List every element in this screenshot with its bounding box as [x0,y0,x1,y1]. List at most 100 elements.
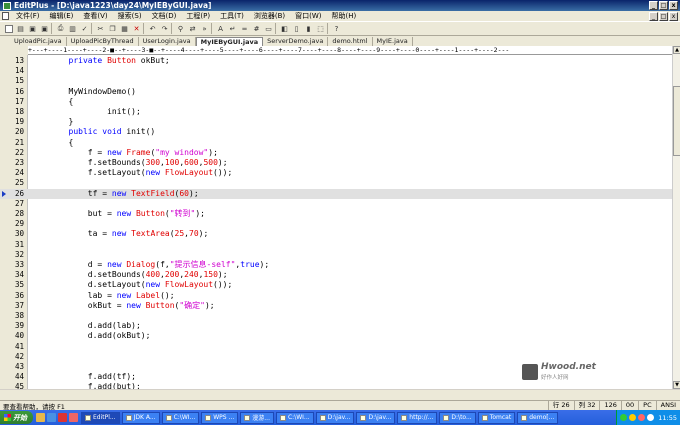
help-icon[interactable]: ? [331,23,342,34]
cut-icon[interactable]: ✂ [95,23,106,34]
taskbar-task-button[interactable]: C:\WI... [275,411,314,424]
menu-document[interactable]: 文档(D) [147,11,182,21]
print-preview-icon[interactable]: ▥ [67,23,78,34]
scroll-down-icon[interactable]: ▼ [673,381,680,389]
taskbar-task-button[interactable]: WPS ... [201,411,239,424]
code-line[interactable]: 17 { [0,97,672,107]
code-editor[interactable]: 13 private Button okBut; 14 15 16 MyWindowD… [0,55,672,389]
status-line-ending[interactable]: PC [638,401,655,410]
save-all-icon[interactable]: ▣ [39,23,50,34]
redo-icon[interactable]: ↷ [159,23,170,34]
quicklaunch-folder-icon[interactable] [36,413,45,422]
copy-icon[interactable]: ❐ [107,23,118,34]
taskbar-task-button[interactable]: http://... [397,411,438,424]
code-line[interactable]: 25 [0,178,672,188]
code-line[interactable]: 45 f.add(but); [0,382,672,389]
ruler-icon[interactable]: ═ [239,23,250,34]
code-line[interactable]: 19 } [0,117,672,127]
code-line[interactable]: 34 d.setBounds(400,200,240,150); [0,270,672,280]
menu-help[interactable]: 帮助(H) [327,11,362,21]
code-line[interactable]: 38 [0,311,672,321]
taskbar-task-button[interactable]: D:\jav... [315,411,355,424]
code-line[interactable]: 24 f.setLayout(new FlowLayout()); [0,168,672,178]
tab-demo-html[interactable]: demo.html [328,37,373,46]
code-line[interactable]: 20 public void init() [0,127,672,137]
doc-close-button[interactable]: x [669,12,678,21]
window-cascade-icon[interactable]: ▮ [303,23,314,34]
tray-network-icon[interactable] [620,414,628,421]
code-line[interactable]: 14 [0,66,672,76]
status-encoding[interactable]: ANSI [655,401,680,410]
code-line[interactable]: 16 MyWindowDemo() [0,87,672,97]
scrollbar-thumb[interactable] [673,86,680,156]
code-line[interactable]: 32 [0,250,672,260]
menu-window[interactable]: 窗口(W) [290,11,326,21]
tray-volume-icon[interactable] [629,414,637,421]
tab-myiebygui[interactable]: MyIEByGUI.java [195,37,264,46]
code-line[interactable]: 39 d.add(lab); [0,321,672,331]
code-line[interactable]: 36 lab = new Label(); [0,291,672,301]
screen-icon[interactable]: ▭ [263,23,274,34]
print-icon[interactable]: ⎙ [55,23,66,34]
taskbar-task-button[interactable]: demo[... [517,411,559,424]
code-line[interactable]: 37 okBut = new Button("确定"); [0,301,672,311]
minimize-button[interactable]: _ [649,1,658,10]
document-icon[interactable] [2,12,9,20]
line-number-icon[interactable]: # [251,23,262,34]
code-line[interactable]: 26 tf = new TextField(60); [0,188,672,199]
tray-app-icon[interactable] [647,414,655,421]
new-file-icon[interactable] [3,23,14,34]
maximize-button[interactable]: □ [659,1,668,10]
quicklaunch-browser-icon[interactable] [69,413,78,422]
fullscreen-icon[interactable]: ⬚ [315,23,326,34]
taskbar-task-button[interactable]: JDK A... [121,411,160,424]
tab-uploadpic[interactable]: UploadPic.java [10,37,67,46]
menu-view[interactable]: 查看(V) [78,11,112,21]
menu-edit[interactable]: 编辑(E) [45,11,79,21]
code-line[interactable]: 31 [0,240,672,250]
menu-browser[interactable]: 浏览器(B) [249,11,290,21]
word-wrap-icon[interactable]: ↵ [227,23,238,34]
tab-uploadpicbythread[interactable]: UploadPicByThread [67,37,139,46]
code-line[interactable]: 23 f.setBounds(300,100,600,500); [0,158,672,168]
browser-icon[interactable]: ◧ [279,23,290,34]
delete-icon[interactable]: ✕ [131,23,142,34]
doc-minimize-button[interactable]: _ [649,12,658,21]
open-folder-icon[interactable]: ▤ [15,23,26,34]
tab-userlogin[interactable]: UserLogin.java [139,37,196,46]
taskbar-task-button[interactable]: D:\to... [439,411,476,424]
code-line[interactable]: 33 d = new Dialog(f,"提示信息-self",true); [0,260,672,270]
code-line[interactable]: 13 private Button okBut; [0,56,672,66]
taskbar-task-button[interactable]: C:\WI... [161,411,200,424]
quicklaunch-app-icon[interactable] [58,413,67,422]
taskbar-task-button[interactable]: EditPl... [81,411,120,424]
code-line[interactable]: 41 [0,342,672,352]
code-line[interactable]: 21 { [0,138,672,148]
save-icon[interactable]: ▣ [27,23,38,34]
code-line[interactable]: 29 [0,219,672,229]
doc-restore-button[interactable]: □ [659,12,668,21]
window-tile-icon[interactable]: ▯ [291,23,302,34]
find-next-icon[interactable]: » [199,23,210,34]
spell-check-icon[interactable]: ✓ [79,23,90,34]
find-icon[interactable]: ⚲ [175,23,186,34]
replace-icon[interactable]: ⇄ [187,23,198,34]
vertical-scrollbar[interactable]: ▲ ▼ [672,46,680,389]
tab-serverdemo[interactable]: ServerDemo.java [263,37,329,46]
menu-tools[interactable]: 工具(T) [215,11,249,21]
taskbar-task-button[interactable]: Tomcat [477,411,516,424]
taskbar-task-button[interactable]: 漫游... [240,411,274,424]
taskbar-task-button[interactable]: D:\jav... [356,411,396,424]
undo-icon[interactable]: ↶ [147,23,158,34]
menu-project[interactable]: 工程(P) [181,11,215,21]
code-line[interactable]: 15 [0,76,672,86]
tab-myie[interactable]: MyIE.java [373,37,413,46]
start-button[interactable]: 开始 [0,411,33,424]
code-line[interactable]: 27 [0,199,672,209]
code-line[interactable]: 28 but = new Button("转到"); [0,209,672,219]
code-line[interactable]: 42 [0,352,672,362]
code-line[interactable]: 30 ta = new TextArea(25,70); [0,229,672,239]
menu-search[interactable]: 搜索(S) [113,11,147,21]
code-line[interactable]: 35 d.setLayout(new FlowLayout()); [0,280,672,290]
menu-file[interactable]: 文件(F) [11,11,45,21]
